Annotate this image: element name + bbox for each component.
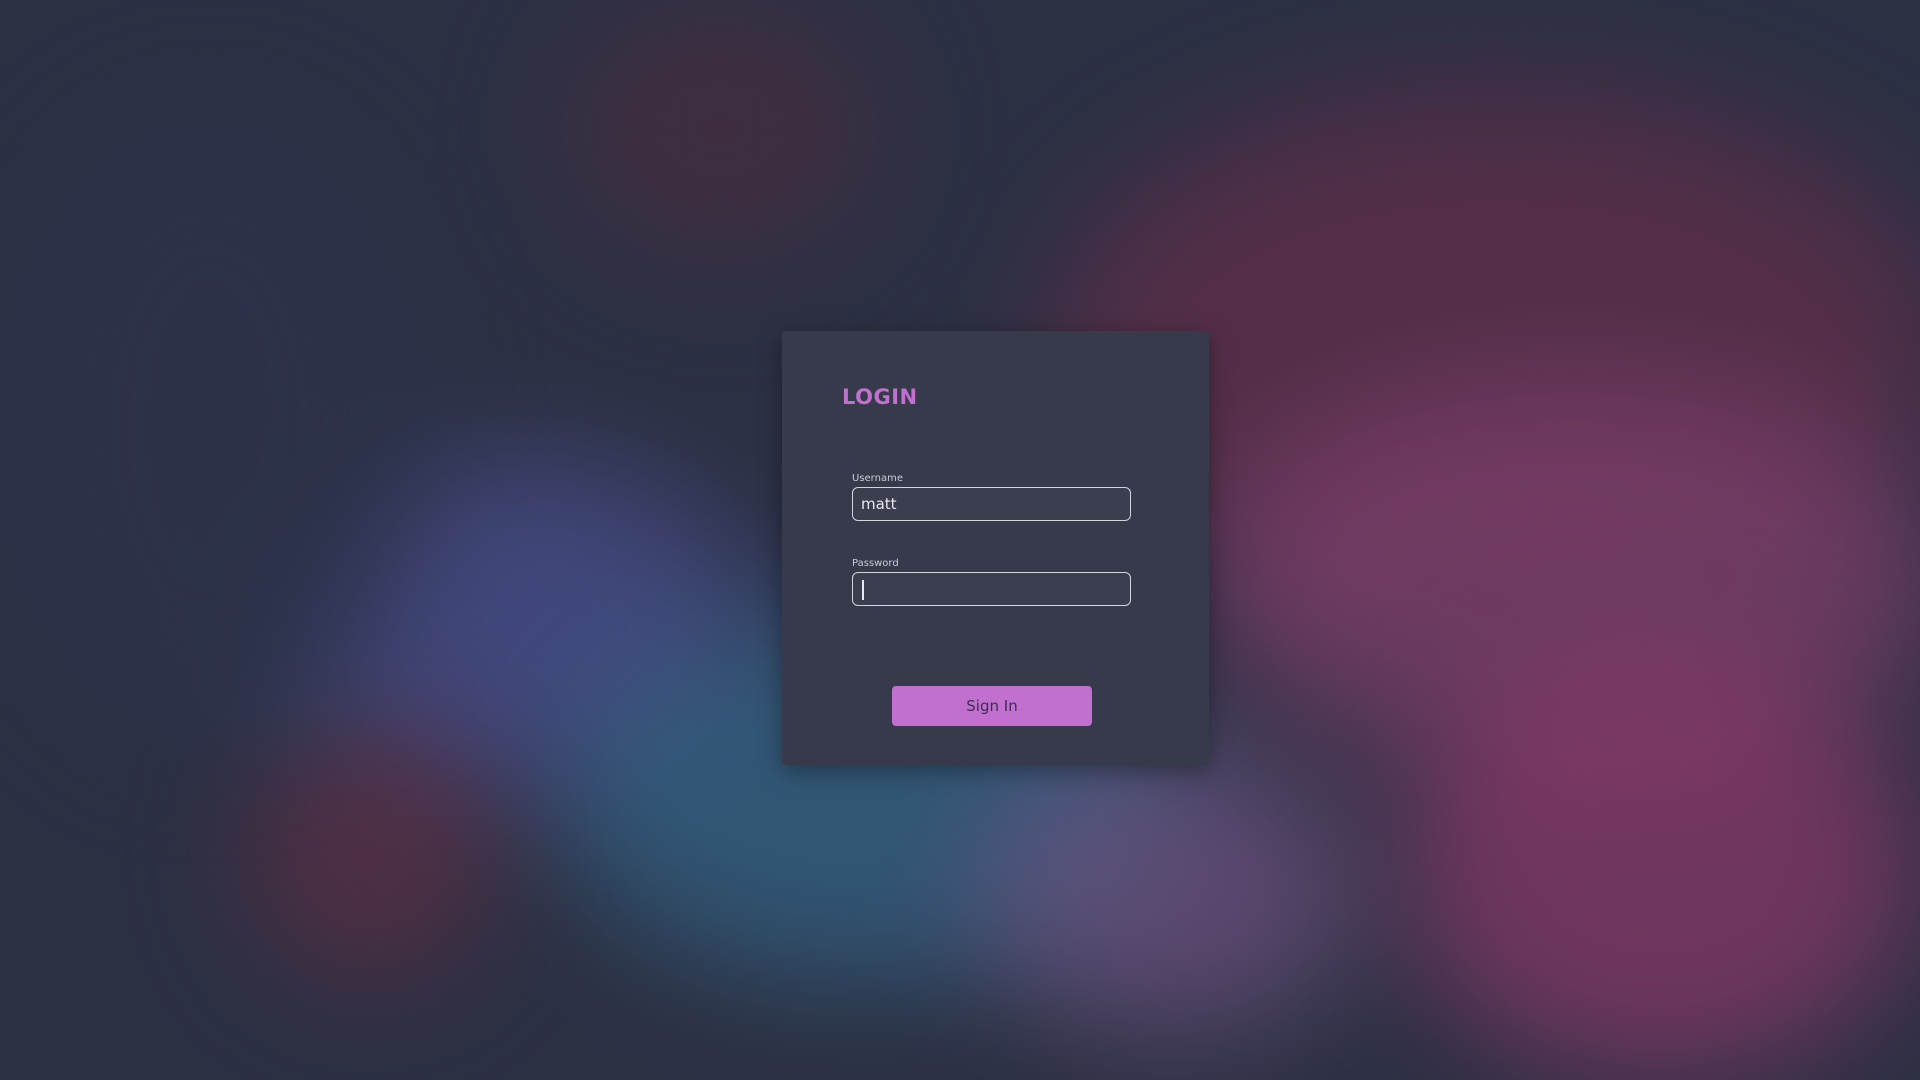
login-title: LOGIN <box>842 385 918 409</box>
password-label: Password <box>852 558 899 569</box>
password-input[interactable] <box>852 572 1131 606</box>
login-panel: LOGIN Username Password Sign In <box>782 331 1209 765</box>
sign-in-button[interactable]: Sign In <box>892 686 1092 726</box>
text-cursor <box>862 580 864 600</box>
username-label: Username <box>852 473 903 484</box>
username-input[interactable] <box>852 487 1131 521</box>
